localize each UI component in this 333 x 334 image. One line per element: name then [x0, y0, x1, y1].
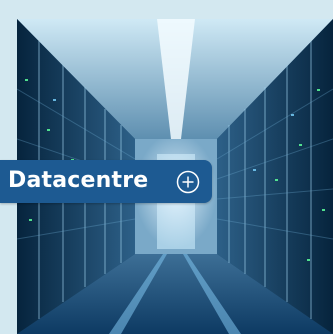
tile-label: Datacentre [8, 168, 149, 193]
plus-circle-icon[interactable] [176, 170, 200, 194]
datacentre-tile[interactable]: Datacentre [0, 0, 333, 334]
